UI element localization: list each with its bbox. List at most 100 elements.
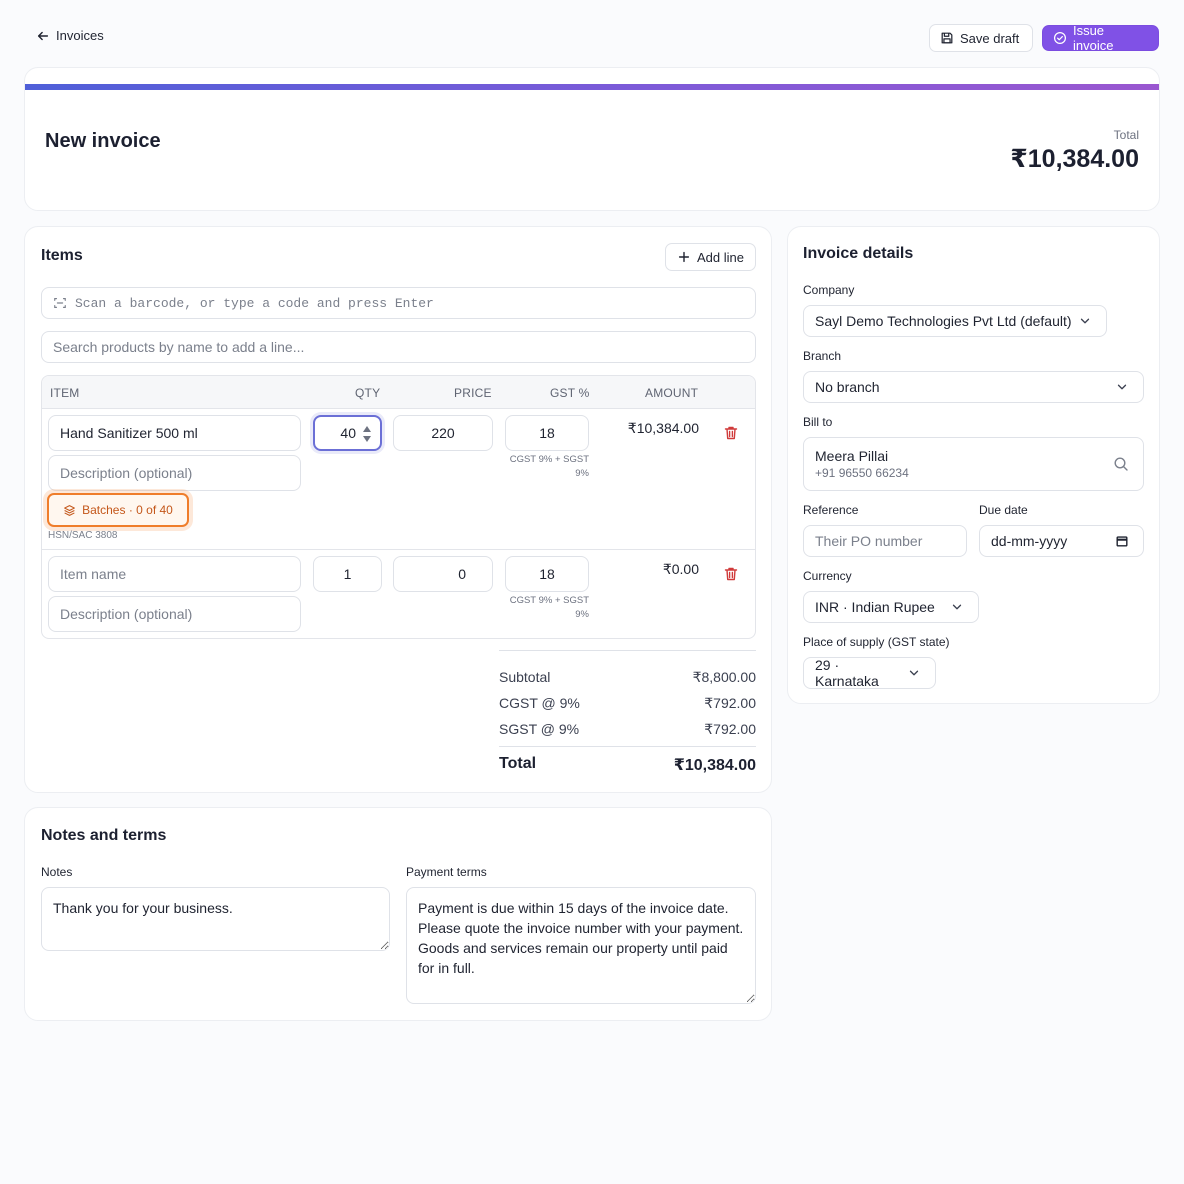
- barcode-scan-icon: [54, 298, 66, 308]
- barcode-input[interactable]: Scan a barcode, or type a code and press…: [41, 287, 756, 319]
- line-1-batches-label: Batches · 0 of 40: [82, 503, 173, 517]
- search-icon: [1114, 457, 1128, 471]
- col-qty: QTY: [355, 386, 381, 400]
- issue-invoice-label: Issue invoice: [1072, 23, 1114, 53]
- due-date-label: Due date: [979, 503, 1028, 517]
- reference-input[interactable]: Their PO number: [803, 525, 967, 557]
- line-1-amount: ₹10,384.00: [627, 420, 699, 436]
- page-title: New invoice: [45, 130, 161, 152]
- payment-terms-textarea[interactable]: Payment is due within 15 days of the inv…: [406, 887, 756, 1004]
- header-total-label: Total: [1113, 128, 1139, 142]
- cgst-value: ₹792.00: [704, 695, 756, 711]
- col-amount: AMOUNT: [645, 386, 699, 400]
- place-of-supply-value: 29 · Karnataka: [815, 657, 879, 689]
- line-1-tax-note-2: 9%: [575, 468, 589, 479]
- save-draft-button[interactable]: Save draft: [929, 24, 1033, 52]
- line-1-gst-input[interactable]: 18: [505, 415, 589, 451]
- line-2-tax-note: CGST 9% + SGST 9%: [505, 594, 589, 622]
- line-2-gst: 18: [539, 566, 555, 582]
- line-2-price: 0: [458, 566, 466, 582]
- line-2-description-input[interactable]: Description (optional): [48, 596, 301, 632]
- line-2-amount: ₹0.00: [662, 561, 699, 577]
- company-value: Sayl Demo Technologies Pvt Ltd (default): [815, 313, 1072, 329]
- chevron-down-icon: [1117, 384, 1127, 390]
- place-of-supply-select[interactable]: 29 · Karnataka: [803, 657, 936, 689]
- notes-textarea[interactable]: Thank you for your business.: [41, 887, 390, 951]
- add-line-label: Add line: [697, 249, 744, 265]
- line-1-gst: 18: [539, 425, 555, 441]
- line-1-price-input[interactable]: 220: [393, 415, 493, 451]
- line-1-tax-note-1: CGST 9% + SGST: [509, 454, 589, 465]
- line-1-qty-input[interactable]: 40: [313, 415, 382, 451]
- company-label: Company: [803, 283, 855, 297]
- invoice-details-card: Invoice details Company Sayl Demo Techno…: [787, 226, 1160, 704]
- grand-total-value: ₹10,384.00: [673, 757, 756, 774]
- save-icon: [941, 32, 953, 44]
- line-1-delete-trash-icon[interactable]: [723, 425, 739, 441]
- header-total-value: ₹10,384.00: [1010, 145, 1139, 173]
- currency-value: INR · Indian Rupee: [815, 599, 935, 615]
- plus-icon: [678, 251, 690, 263]
- line-2-qty: 1: [343, 566, 352, 582]
- due-date-input[interactable]: dd-mm-yyyy: [979, 525, 1144, 557]
- bill-to-name: Meera Pillai: [815, 448, 889, 464]
- check-circle-icon: [1053, 31, 1067, 45]
- add-line-button[interactable]: Add line: [665, 243, 756, 271]
- col-gst: GST %: [550, 386, 590, 400]
- stepper-arrows-icon[interactable]: [362, 425, 372, 443]
- line-2-gst-input[interactable]: 18: [505, 556, 589, 592]
- line-1-description-input[interactable]: Description (optional): [48, 455, 301, 491]
- back-to-invoices-link[interactable]: Invoices: [36, 28, 104, 43]
- chevron-down-icon: [909, 670, 919, 676]
- subtotal-label: Subtotal: [499, 669, 551, 685]
- line-2-price-input[interactable]: 0: [393, 556, 493, 592]
- grand-total-row: Total ₹10,384.00: [499, 755, 756, 775]
- calendar-icon[interactable]: [1115, 534, 1129, 548]
- invoice-header-card: New invoice Total ₹10,384.00: [24, 67, 1160, 211]
- sgst-row: SGST @ 9% ₹792.00: [499, 721, 756, 738]
- branch-value: No branch: [815, 379, 880, 395]
- line-1-batches-button[interactable]: Batches · 0 of 40: [47, 493, 189, 527]
- place-of-supply-label: Place of supply (GST state): [803, 635, 950, 649]
- col-item: ITEM: [50, 386, 80, 400]
- line-2-delete-trash-icon[interactable]: [723, 566, 739, 582]
- line-2-description-placeholder: Description (optional): [60, 606, 193, 622]
- sgst-value: ₹792.00: [704, 721, 756, 737]
- notes-title: Notes and terms: [41, 827, 167, 844]
- currency-select[interactable]: INR · Indian Rupee: [803, 591, 979, 623]
- totals-divider-bottom: [499, 746, 756, 747]
- notes-label: Notes: [41, 865, 73, 879]
- line-1-item-name-input[interactable]: Hand Sanitizer 500 ml: [48, 415, 301, 451]
- branch-label: Branch: [803, 349, 842, 363]
- reference-label: Reference: [803, 503, 859, 517]
- line-2-tax-note-2: 9%: [575, 609, 589, 620]
- cgst-row: CGST @ 9% ₹792.00: [499, 695, 756, 712]
- line-1-tax-note: CGST 9% + SGST 9%: [505, 453, 589, 481]
- layers-icon: [64, 504, 76, 516]
- line-2-item-name-input[interactable]: Item name: [48, 556, 301, 592]
- product-search-placeholder: Search products by name to add a line...: [53, 339, 305, 355]
- company-select[interactable]: Sayl Demo Technologies Pvt Ltd (default): [803, 305, 1107, 337]
- product-search-input[interactable]: Search products by name to add a line...: [41, 331, 756, 363]
- bill-to-phone: +91 96550 66234: [815, 466, 909, 480]
- line-2-qty-input[interactable]: 1: [313, 556, 382, 592]
- arrow-left-icon: [37, 31, 49, 40]
- line-1-hsn: HSN/SAC 3808: [48, 530, 118, 541]
- grand-total-label: Total: [499, 755, 537, 772]
- back-label: Invoices: [56, 28, 104, 43]
- issue-invoice-button[interactable]: Issue invoice: [1042, 23, 1159, 53]
- details-title: Invoice details: [803, 245, 914, 262]
- items-title: Items: [41, 247, 83, 264]
- row-divider: [42, 549, 755, 550]
- currency-label: Currency: [803, 569, 852, 583]
- notes-terms-card: Notes and terms Notes Thank you for your…: [24, 807, 772, 1021]
- payment-terms-label: Payment terms: [406, 865, 487, 879]
- totals-divider-top: [499, 650, 756, 651]
- bill-to-customer-picker[interactable]: Meera Pillai +91 96550 66234: [803, 437, 1144, 491]
- line-2-item-name-placeholder: Item name: [60, 566, 127, 582]
- items-card: Items Add line Scan a barcode, or type a…: [24, 226, 772, 793]
- branch-select[interactable]: No branch: [803, 371, 1144, 403]
- accent-bar: [25, 84, 1159, 90]
- line-2-tax-note-1: CGST 9% + SGST: [509, 595, 589, 606]
- line-1-description-placeholder: Description (optional): [60, 465, 193, 481]
